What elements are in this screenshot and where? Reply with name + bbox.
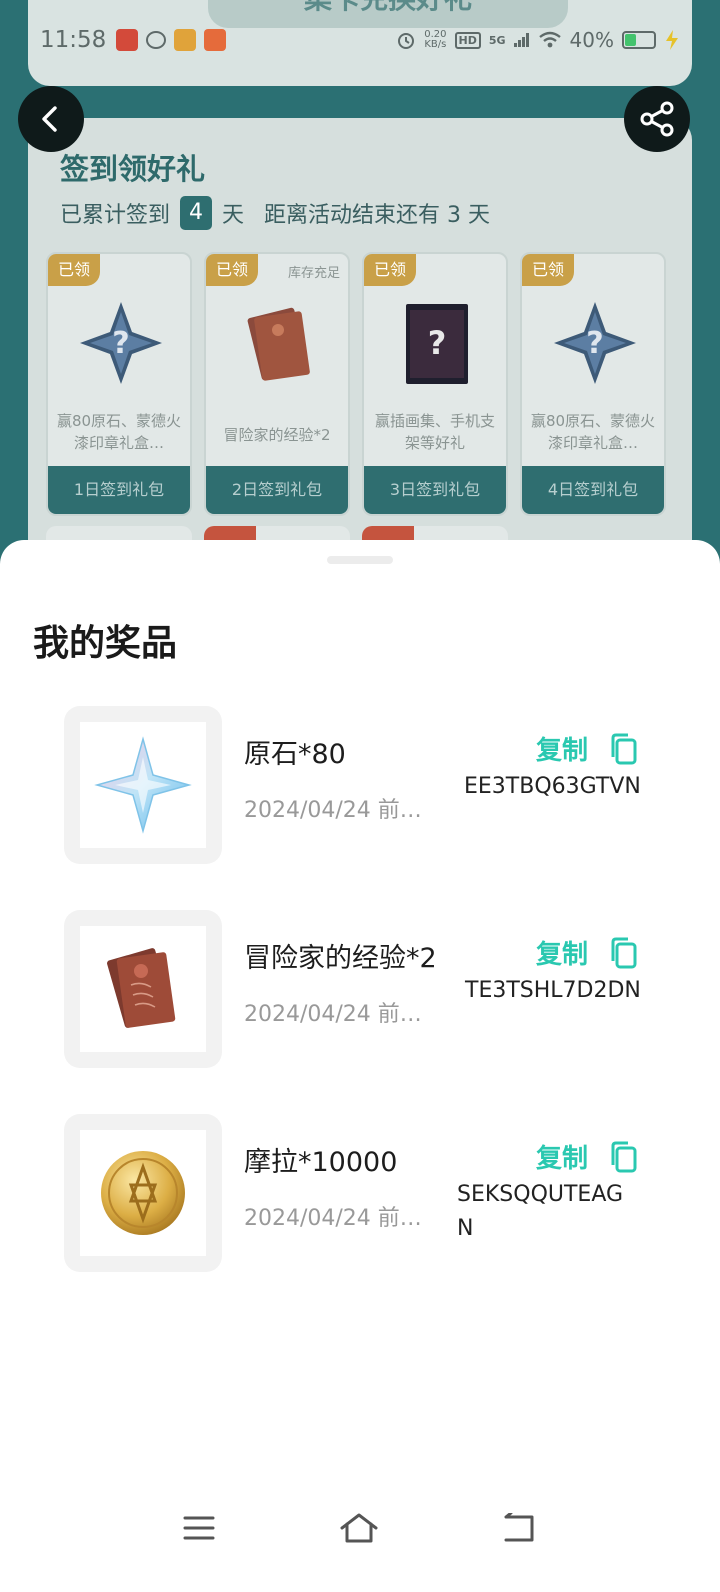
gift-description: 赢插画集、手机支架等好礼 [374, 412, 495, 452]
status-indicators: 0.20 KB/s HD 5G 40% [396, 28, 680, 52]
copy-code-button[interactable]: 复制 [536, 934, 638, 971]
wechat-icon [146, 31, 167, 49]
gift-day-button[interactable]: 3日签到礼包 [364, 466, 506, 514]
background-activity-page: 集卡兑换好礼 签到领好礼 已累计签到 4 天 距离活动结束还有 3 天 已领 ?… [0, 0, 720, 578]
signal-type: 5G [488, 33, 506, 47]
chevron-left-icon [42, 106, 57, 132]
my-prizes-sheet: 我的奖品 原石*80 2024/04/24 前… 复制 EE3TBQ63GTVN… [0, 540, 720, 1592]
prize-name: 摩拉*10000 [244, 1147, 398, 1178]
adventurer-exp-icon [247, 307, 310, 381]
battery-percent: 40% [569, 28, 614, 52]
gift-description: 冒险家的经验*2 [223, 426, 331, 444]
gift-card-day2[interactable]: 已领 库存充足 冒险家的经验*2 2日签到礼包 [204, 252, 350, 516]
menu-icon [183, 1516, 215, 1540]
status-bar: 11:58 0.20 KB/s HD 5G 40% [0, 20, 720, 60]
signed-prefix: 已累计签到 [60, 203, 171, 228]
gift-day-button[interactable]: 4日签到礼包 [522, 466, 664, 514]
gift-card-day4[interactable]: 已领 ? 赢80原石、蒙德火漆印章礼盒… 4日签到礼包 [520, 252, 666, 516]
prize-item: 摩拉*10000 2024/04/24 前… 复制 SEKSQQUTEAGN [64, 1114, 664, 1274]
back-button[interactable] [18, 86, 84, 152]
prize-thumbnail [64, 910, 222, 1068]
mystery-star-icon: ? [554, 302, 636, 384]
share-icon [640, 101, 674, 137]
prize-name: 冒险家的经验*2 [244, 943, 437, 974]
checkin-summary: 已累计签到 4 天 距离活动结束还有 3 天 [60, 196, 490, 230]
gift-day-button[interactable]: 2日签到礼包 [206, 466, 348, 514]
sheet-drag-handle[interactable] [327, 556, 393, 564]
signed-suffix: 天 [222, 203, 245, 228]
prize-expiry: 2024/04/24 前… [244, 1002, 422, 1027]
copy-icon [611, 1141, 637, 1172]
svg-text:?: ? [428, 324, 447, 362]
share-button[interactable] [624, 86, 690, 152]
gift-description: 赢80原石、蒙德火漆印章礼盒… [56, 412, 182, 452]
prize-thumbnail [64, 1114, 222, 1272]
gift-card-day3[interactable]: 已领 ? 赢插画集、手机支架等好礼 3日签到礼包 [362, 252, 508, 516]
cell-signal-icon [513, 33, 529, 47]
battery-fill [625, 34, 636, 46]
prize-thumbnail [64, 706, 222, 864]
copy-label: 复制 [536, 736, 589, 766]
clock: 11:58 [40, 27, 107, 53]
claimed-badge: 已领 [364, 254, 416, 286]
app-notification-icon [204, 29, 227, 51]
prize-item: 原石*80 2024/04/24 前… 复制 EE3TBQ63GTVN [64, 706, 664, 866]
weibo-icon [174, 29, 197, 51]
system-nav-bar [0, 1496, 720, 1564]
redeem-code: SEKSQQUTEAGN [457, 1182, 624, 1241]
stock-status: 库存充足 [287, 266, 340, 281]
app-notification-icon [116, 29, 139, 51]
alarm-icon [398, 33, 415, 49]
redeem-code: EE3TBQ63GTVN [464, 774, 641, 799]
artbook-box-icon: ? [406, 304, 468, 384]
gift-list: 已领 ? 赢80原石、蒙德火漆印章礼盒… 1日签到礼包 已领 库存充足 冒险家的… [46, 252, 666, 516]
prize-expiry: 2024/04/24 前… [244, 798, 422, 823]
gift-description: 赢80原石、蒙德火漆印章礼盒… [530, 412, 656, 452]
prize-item: 冒险家的经验*2 2024/04/24 前… 复制 TE3TSHL7D2DN [64, 910, 664, 1070]
svg-text:?: ? [586, 326, 603, 361]
svg-text:?: ? [112, 326, 129, 361]
back-nav-button[interactable] [496, 1508, 542, 1548]
gift-day-button[interactable]: 1日签到礼包 [48, 466, 190, 514]
remaining-days-text: 距离活动结束还有 3 天 [264, 203, 491, 228]
return-icon [504, 1513, 534, 1542]
copy-code-button[interactable]: 复制 [536, 730, 638, 767]
prize-name: 原石*80 [244, 739, 346, 770]
battery-icon [622, 31, 656, 49]
menu-button[interactable] [176, 1508, 222, 1548]
primogem-icon [94, 736, 192, 834]
mystery-star-icon: ? [80, 302, 162, 384]
adventurer-exp-icon [107, 948, 176, 1028]
hd-icon: HD [454, 31, 481, 49]
gift-card-day1[interactable]: 已领 ? 赢80原石、蒙德火漆印章礼盒… 1日签到礼包 [46, 252, 192, 516]
copy-icon [611, 937, 637, 968]
copy-icon [611, 733, 637, 764]
prize-expiry: 2024/04/24 前… [244, 1206, 422, 1231]
home-icon [340, 1513, 378, 1543]
claimed-badge: 已领 [48, 254, 100, 286]
claimed-badge: 已领 [206, 254, 258, 286]
wifi-icon [538, 31, 561, 48]
copy-label: 复制 [536, 1144, 589, 1174]
home-button[interactable] [336, 1508, 382, 1548]
sheet-title: 我的奖品 [33, 623, 178, 664]
claimed-badge: 已领 [522, 254, 574, 286]
mora-coin-icon [101, 1151, 185, 1235]
checkin-title: 签到领好礼 [60, 152, 206, 186]
net-speed: 0.20 KB/s [424, 29, 447, 50]
redeem-code: TE3TSHL7D2DN [465, 978, 641, 1003]
signed-days-count: 4 [180, 196, 213, 230]
charging-icon [666, 30, 678, 50]
copy-label: 复制 [536, 940, 589, 970]
copy-code-button[interactable]: 复制 [536, 1138, 638, 1175]
